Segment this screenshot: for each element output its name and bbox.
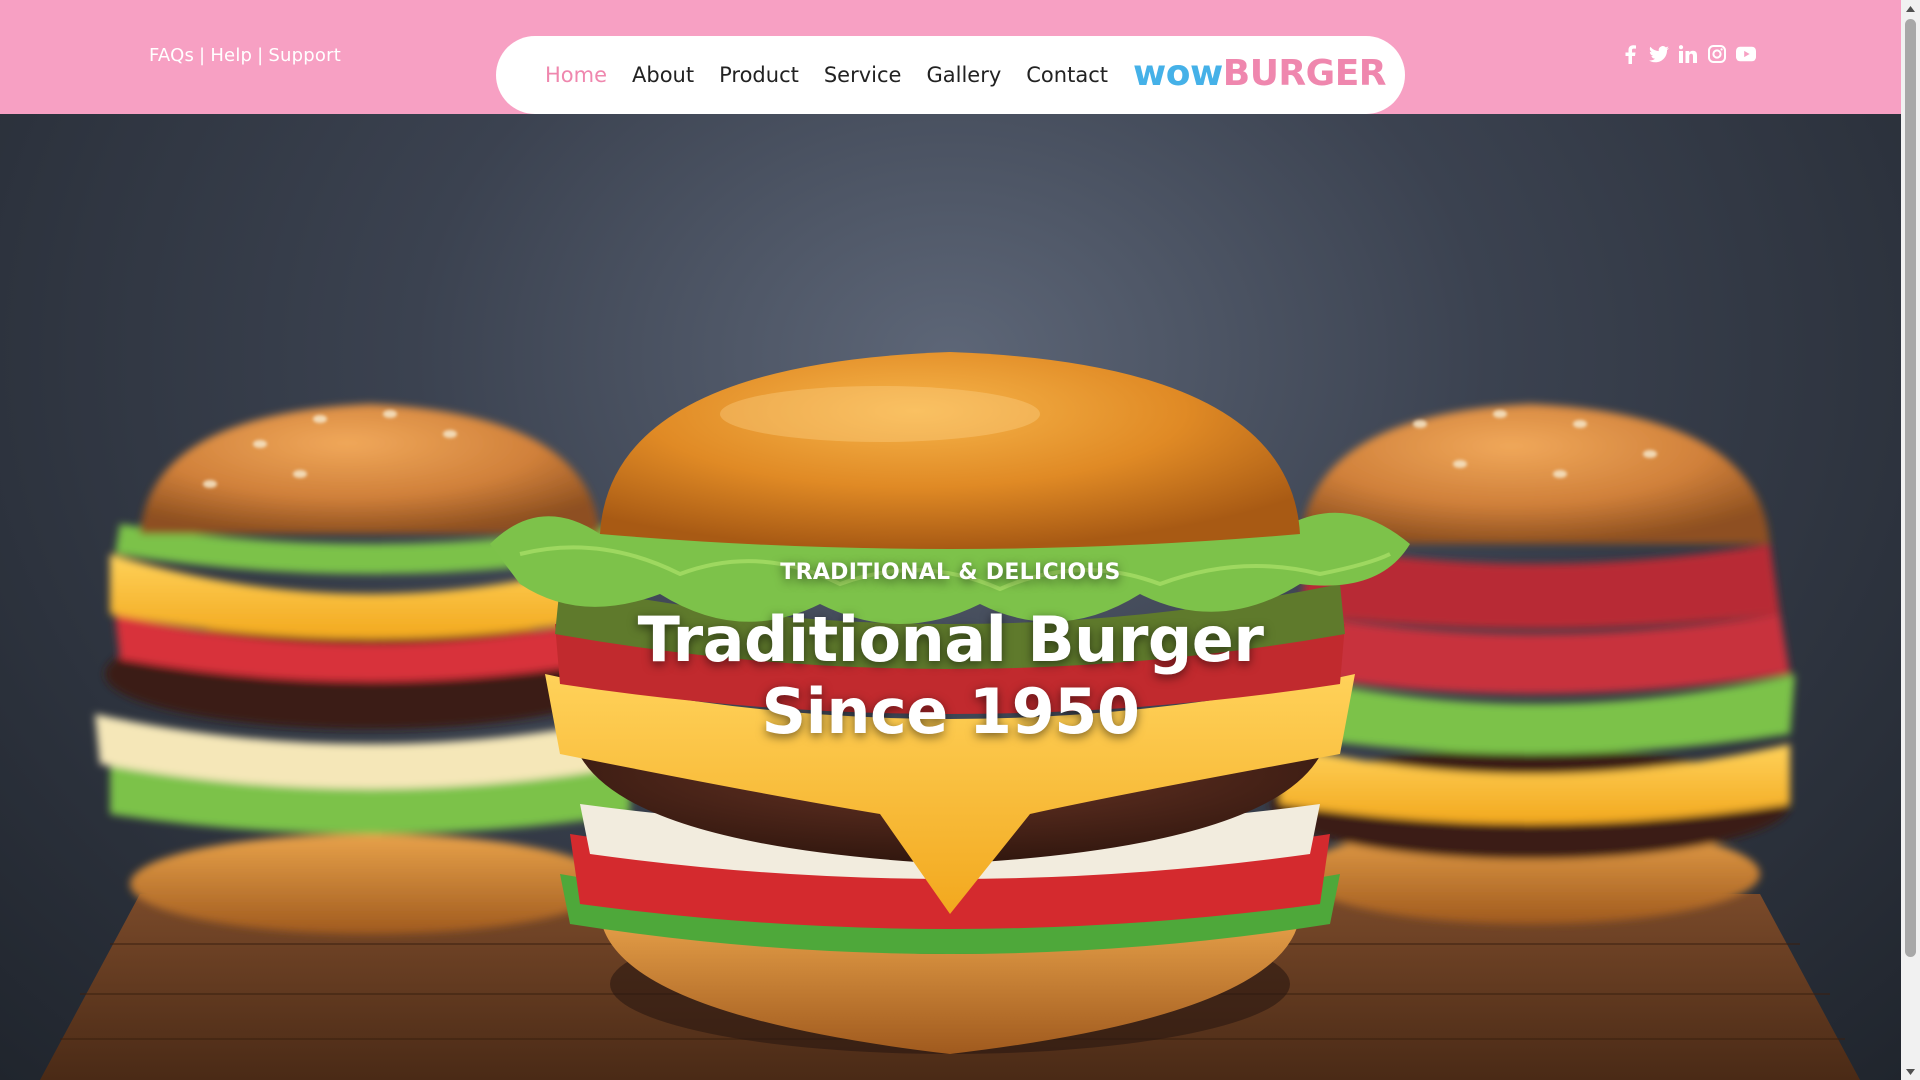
logo-burger: BURGER [1222, 53, 1387, 94]
twitter-icon[interactable] [1649, 44, 1669, 64]
nav-item-contact[interactable]: Contact [1026, 63, 1108, 87]
nav-item-about[interactable]: About [632, 63, 694, 87]
instagram-icon[interactable] [1707, 44, 1727, 64]
hero-title-line2: Since 1950 [761, 675, 1141, 748]
nav-links: Home About Product Service Gallery Conta… [545, 63, 1108, 87]
nav-item-home[interactable]: Home [545, 63, 607, 87]
facebook-icon[interactable] [1620, 44, 1640, 64]
nav-item-gallery[interactable]: Gallery [926, 63, 1001, 87]
nav-item-product[interactable]: Product [719, 63, 799, 87]
link-separator: | [199, 45, 206, 66]
youtube-icon[interactable] [1736, 44, 1756, 64]
link-separator: | [257, 45, 264, 66]
scroll-up-arrow-icon[interactable] [1901, 0, 1920, 17]
faqs-link[interactable]: FAQs [149, 45, 194, 66]
scroll-thumb[interactable] [1905, 19, 1916, 957]
page-scrollbar[interactable] [1901, 0, 1920, 1080]
page: FAQs | Help | Support Home About Product Ser… [0, 0, 1920, 1080]
utility-links: FAQs | Help | Support [149, 45, 341, 66]
logo-wow: wow [1133, 53, 1223, 94]
hero-eyebrow: TRADITIONAL & DELICIOUS [780, 560, 1121, 585]
scroll-down-arrow-icon[interactable] [1901, 1063, 1920, 1080]
hero-burger-image [40, 352, 1860, 1080]
brand-logo[interactable]: wowBURGER [1133, 53, 1387, 94]
main-nav: Home About Product Service Gallery Conta… [496, 36, 1405, 114]
top-header: FAQs | Help | Support Home About Product Ser… [0, 0, 1901, 114]
help-link[interactable]: Help [210, 45, 252, 66]
hero-title-line1: Traditional Burger [637, 603, 1264, 676]
support-link[interactable]: Support [268, 45, 341, 66]
nav-item-service[interactable]: Service [824, 63, 902, 87]
hero-title: Traditional Burger Since 1950 [0, 604, 1901, 748]
linkedin-icon[interactable] [1678, 44, 1698, 64]
hero-section: TRADITIONAL & DELICIOUS Traditional Burg… [0, 114, 1901, 1080]
social-links [1620, 44, 1756, 64]
